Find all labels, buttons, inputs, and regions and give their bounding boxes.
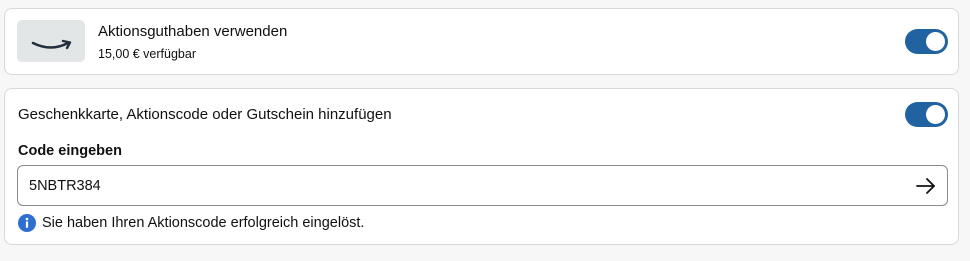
code-field (17, 165, 948, 206)
promo-credit-card: Aktionsguthaben verwenden 15,00 € verfüg… (4, 8, 959, 75)
info-icon (18, 214, 36, 232)
promo-credit-toggle[interactable] (905, 29, 948, 54)
gift-code-card: Geschenkkarte, Aktionscode oder Gutschei… (4, 88, 959, 245)
arrow-right-icon[interactable] (915, 175, 937, 197)
gift-code-toggle[interactable] (905, 102, 948, 127)
code-input-label: Code eingeben (18, 143, 122, 159)
success-message: Sie haben Ihren Aktionscode erfolgreich … (42, 215, 365, 231)
toggle-knob (926, 32, 945, 51)
toggle-knob (926, 105, 945, 124)
gift-code-title: Geschenkkarte, Aktionscode oder Gutschei… (18, 106, 392, 123)
promo-credit-available: 15,00 € verfügbar (98, 47, 196, 61)
promo-credit-title: Aktionsguthaben verwenden (98, 23, 288, 40)
amazon-logo-tile (17, 20, 85, 62)
amazon-smile-logo-icon (31, 39, 72, 50)
code-input[interactable] (29, 166, 889, 205)
